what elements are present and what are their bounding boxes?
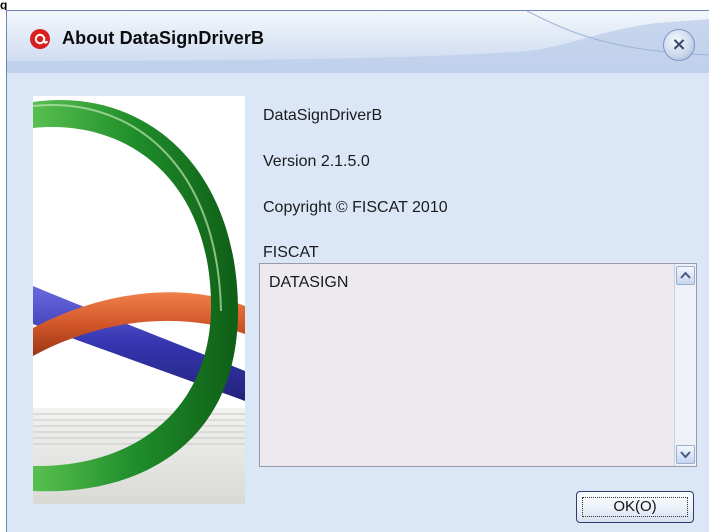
product-logo-artwork	[33, 96, 245, 504]
background-text-fragment: g	[0, 0, 8, 10]
ok-button[interactable]: OK(O)	[576, 491, 694, 523]
description-textbox[interactable]: DATASIGN	[259, 263, 697, 467]
product-name: DataSignDriverB	[263, 107, 383, 124]
about-dialog: About DataSignDriverB × DataSignDriverB …	[6, 10, 709, 532]
close-icon: ×	[671, 34, 687, 55]
title-bar[interactable]: About DataSignDriverB ×	[7, 11, 709, 74]
vertical-scrollbar[interactable]	[674, 264, 696, 466]
copyright-text: Copyright © FISCAT 2010	[263, 199, 448, 216]
version-text: Version 2.1.5.0	[263, 153, 370, 170]
description-text: DATASIGN	[269, 274, 349, 291]
company-name: FISCAT	[263, 244, 319, 261]
chevron-up-icon	[680, 271, 691, 279]
window-title: About DataSignDriverB	[62, 28, 265, 48]
interlocking-rings-graphic	[33, 96, 245, 504]
app-at-icon	[30, 29, 50, 49]
scroll-down-button[interactable]	[676, 445, 695, 464]
scroll-up-button[interactable]	[676, 266, 695, 285]
ok-button-label: OK(O)	[613, 498, 657, 515]
chevron-down-icon	[680, 451, 691, 459]
dialog-body: DataSignDriverB Version 2.1.5.0 Copyrigh…	[7, 73, 709, 532]
close-button[interactable]: ×	[663, 29, 695, 61]
